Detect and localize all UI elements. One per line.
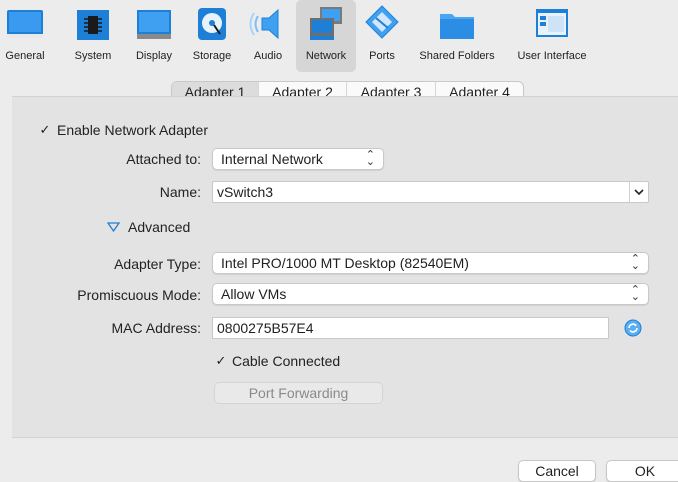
toolbar: General System Display Storage Audio Net…: [0, 0, 678, 76]
name-combobox[interactable]: vSwitch3: [212, 181, 649, 203]
advanced-label: Advanced: [128, 219, 191, 235]
mac-address-field[interactable]: 0800275B57E4: [212, 317, 609, 339]
toolbar-system-label: System: [74, 50, 112, 62]
attached-to-value: Internal Network: [221, 151, 323, 167]
attached-to-select[interactable]: Internal Network ⌃ ⌄: [212, 148, 384, 170]
promiscuous-mode-label: Promiscuous Mode:: [77, 287, 201, 303]
user-interface-icon: [532, 4, 572, 44]
toolbar-general[interactable]: General: [0, 0, 56, 72]
cancel-button[interactable]: Cancel: [518, 460, 596, 482]
name-value: vSwitch3: [217, 184, 274, 200]
cable-connected-checkbox[interactable]: ✓: [214, 353, 228, 368]
cable-connected-label: Cable Connected: [232, 353, 341, 369]
system-chip-icon: [73, 4, 113, 44]
enable-adapter-checkbox[interactable]: ✓: [38, 122, 52, 137]
port-forwarding-button[interactable]: Port Forwarding: [214, 382, 383, 404]
toolbar-shared-folders[interactable]: Shared Folders: [414, 0, 500, 72]
audio-speaker-icon: [248, 4, 288, 44]
toolbar-network[interactable]: Network: [296, 0, 356, 72]
toolbar-storage[interactable]: Storage: [186, 0, 238, 72]
toolbar-shared-folders-label: Shared Folders: [419, 50, 495, 62]
toolbar-system[interactable]: System: [68, 0, 118, 72]
toolbar-ports-label: Ports: [369, 50, 395, 62]
enable-adapter-label: Enable Network Adapter: [57, 122, 208, 138]
promiscuous-mode-select[interactable]: Allow VMs ⌃ ⌄: [212, 283, 649, 305]
adapter-type-label: Adapter Type:: [114, 256, 201, 272]
toolbar-audio[interactable]: Audio: [246, 0, 290, 72]
promiscuous-mode-value: Allow VMs: [221, 286, 287, 302]
chevron-down-icon[interactable]: [629, 182, 648, 202]
toolbar-ports[interactable]: Ports: [360, 0, 404, 72]
network-icon: [306, 4, 346, 44]
toolbar-storage-label: Storage: [192, 50, 232, 62]
updown-arrows-icon: ⌃ ⌄: [630, 253, 640, 272]
ports-icon: [362, 4, 402, 44]
toolbar-audio-label: Audio: [253, 50, 283, 62]
updown-arrows-icon: ⌃ ⌄: [365, 149, 375, 168]
mac-address-label: MAC Address:: [111, 320, 201, 336]
ok-button[interactable]: OK: [606, 460, 678, 482]
disclosure-triangle-icon: [107, 222, 120, 232]
adapter-type-value: Intel PRO/1000 MT Desktop (82540EM): [221, 255, 469, 271]
attached-to-label: Attached to:: [126, 151, 201, 167]
display-monitor-icon: [134, 4, 174, 44]
cable-connected-row[interactable]: ✓ Cable Connected: [214, 353, 341, 369]
toolbar-network-label: Network: [305, 50, 347, 62]
mac-address-value: 0800275B57E4: [217, 320, 314, 336]
general-icon: [5, 4, 45, 44]
advanced-disclosure[interactable]: Advanced: [107, 219, 190, 235]
toolbar-display-label: Display: [135, 50, 173, 62]
toolbar-user-interface-label: User Interface: [517, 50, 587, 62]
storage-disk-icon: [192, 4, 232, 44]
adapter-type-select[interactable]: Intel PRO/1000 MT Desktop (82540EM) ⌃ ⌄: [212, 252, 649, 274]
shared-folder-icon: [437, 4, 477, 44]
updown-arrows-icon: ⌃ ⌄: [630, 284, 640, 303]
enable-adapter-row[interactable]: ✓ Enable Network Adapter: [38, 122, 208, 138]
toolbar-general-label: General: [5, 50, 45, 62]
name-label: Name:: [159, 184, 201, 200]
toolbar-user-interface[interactable]: User Interface: [512, 0, 592, 72]
refresh-mac-icon[interactable]: [623, 318, 643, 338]
toolbar-display[interactable]: Display: [128, 0, 180, 72]
